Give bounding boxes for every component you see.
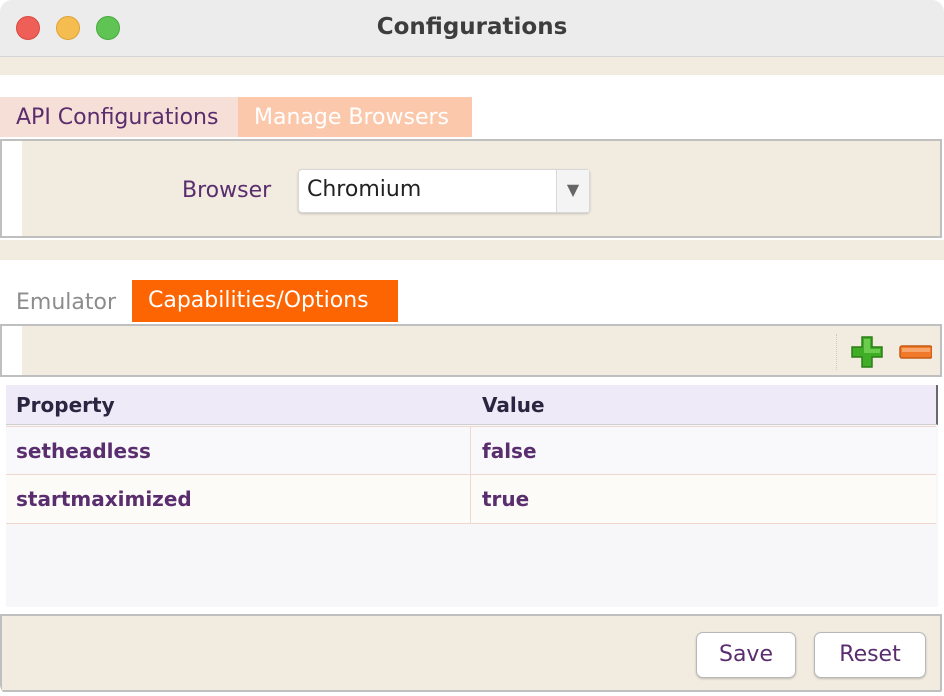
column-divider [470, 427, 471, 475]
configurations-window: Configurations API Configurations Manage… [0, 0, 944, 696]
table-row[interactable]: startmaximized true [6, 475, 936, 524]
column-header-value[interactable]: Value [482, 385, 545, 425]
add-row-button[interactable] [850, 335, 884, 369]
title-bar: Configurations [0, 0, 944, 57]
column-divider [470, 475, 471, 523]
toolbar-left-gutter [2, 326, 22, 375]
tab-api-configurations[interactable]: API Configurations [0, 97, 238, 137]
browser-select-value: Chromium [307, 177, 422, 202]
browser-select[interactable]: Chromium ▼ [298, 169, 590, 213]
window-title: Configurations [376, 14, 568, 40]
top-spacer [0, 57, 944, 75]
browser-label: Browser [182, 178, 272, 203]
property-cell[interactable]: startmaximized [16, 475, 192, 523]
column-header-property[interactable]: Property [16, 385, 115, 425]
toolbar-separator [836, 334, 837, 370]
plus-icon [851, 336, 883, 368]
chevron-down-icon[interactable]: ▼ [556, 170, 589, 212]
capabilities-toolbar [0, 324, 942, 377]
actions-panel [0, 614, 942, 692]
tab-capabilities-options[interactable]: Capabilities/Options [132, 280, 398, 322]
table-row[interactable]: setheadless false [6, 426, 936, 475]
panel-left-gutter [2, 141, 22, 236]
value-cell[interactable]: true [482, 475, 529, 523]
value-cell[interactable]: false [482, 427, 537, 475]
save-button[interactable]: Save [696, 632, 796, 678]
mid-spacer [0, 240, 944, 260]
reset-button[interactable]: Reset [814, 632, 926, 678]
table-header: Property Value [6, 385, 938, 425]
property-cell[interactable]: setheadless [16, 427, 151, 475]
tab-emulator[interactable]: Emulator [0, 282, 132, 322]
remove-row-button[interactable] [898, 335, 933, 369]
tab-manage-browsers[interactable]: Manage Browsers [238, 97, 472, 137]
minus-icon [899, 345, 933, 359]
